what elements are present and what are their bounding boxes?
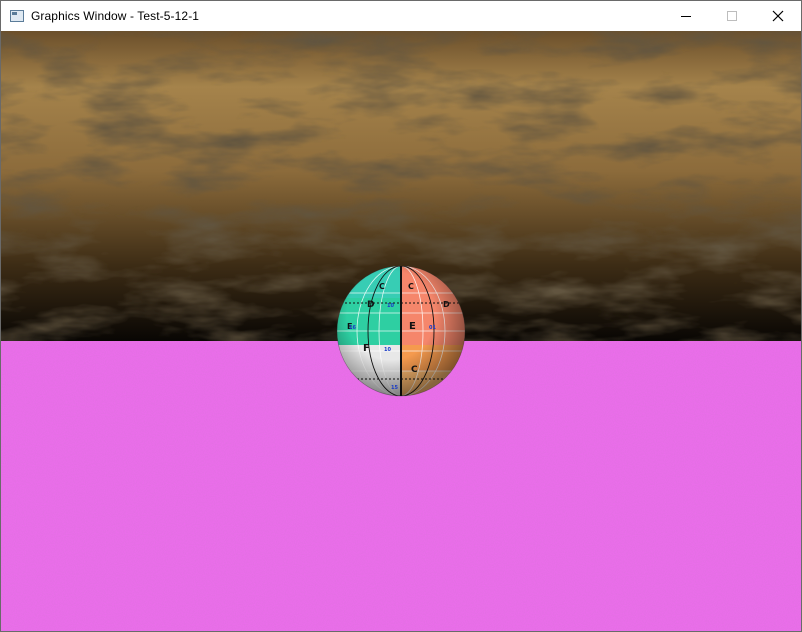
graphics-window: Graphics Window - Test-5-12-1 C C D D E … bbox=[0, 0, 802, 632]
textured-sphere[interactable] bbox=[337, 266, 465, 396]
minimize-icon bbox=[681, 16, 691, 17]
window-title: Graphics Window - Test-5-12-1 bbox=[31, 9, 200, 23]
sphere-label-f1: F bbox=[363, 343, 370, 354]
minimize-button[interactable] bbox=[663, 1, 709, 31]
sphere-label-n3: 10 bbox=[384, 347, 391, 353]
render-viewport[interactable]: C C D D E E F C 10 01 10 15 16 bbox=[1, 31, 801, 631]
sphere-label-n2: 01 bbox=[429, 325, 436, 331]
sphere-label-c3: C bbox=[411, 365, 418, 375]
sphere-label-n1: 10 bbox=[387, 303, 394, 309]
maximize-button[interactable] bbox=[709, 1, 755, 31]
sphere-label-d1: D bbox=[367, 300, 374, 310]
caption-buttons bbox=[663, 1, 801, 31]
title-bar[interactable]: Graphics Window - Test-5-12-1 bbox=[1, 1, 801, 31]
sphere-label-n4: 15 bbox=[391, 385, 398, 391]
close-icon bbox=[772, 10, 784, 22]
maximize-icon bbox=[727, 11, 737, 21]
sphere-label-e2: E bbox=[409, 321, 416, 332]
close-button[interactable] bbox=[755, 1, 801, 31]
sphere-label-c1: C bbox=[379, 282, 385, 291]
sphere-label-c2: C bbox=[408, 282, 414, 291]
sphere-label-d2: D bbox=[443, 300, 450, 309]
app-icon bbox=[10, 10, 24, 22]
sphere-label-n5: 16 bbox=[349, 325, 356, 331]
scene-canvas: C C D D E E F C 10 01 10 15 16 bbox=[1, 31, 801, 631]
